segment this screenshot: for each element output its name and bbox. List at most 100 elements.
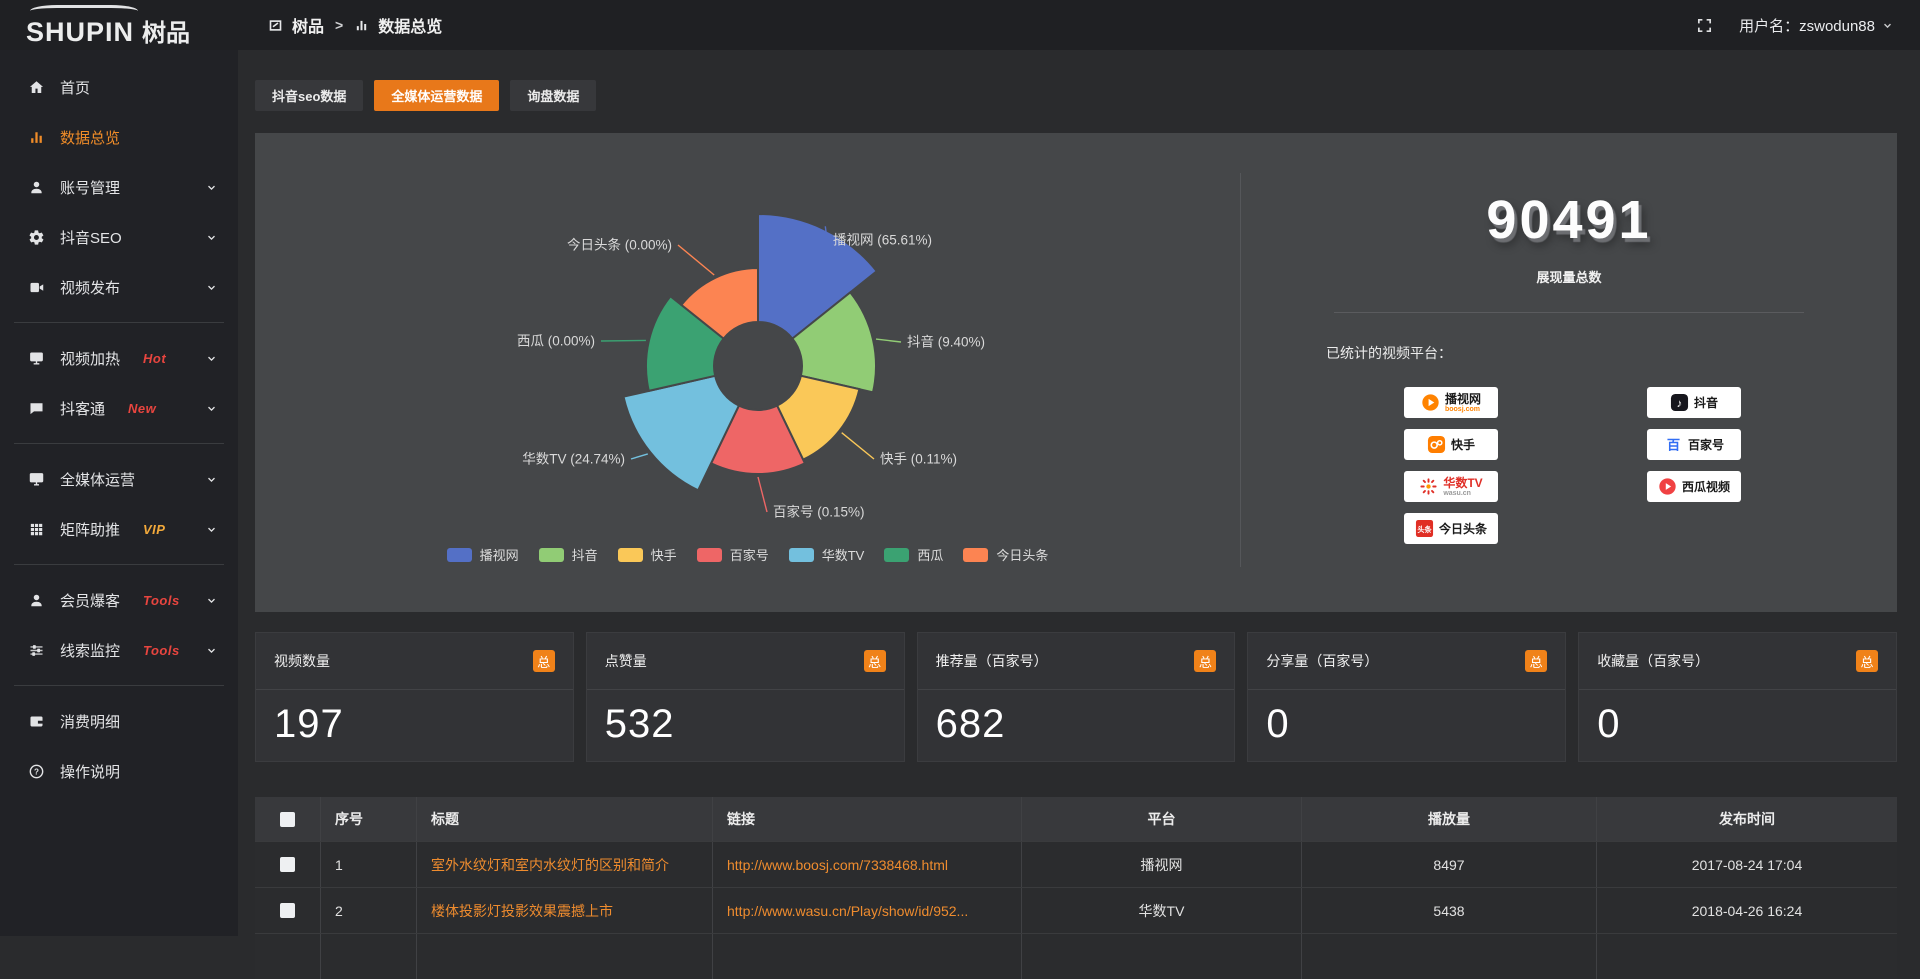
sidebar-item-matrix-boost[interactable]: 矩阵助推VIP bbox=[0, 504, 238, 554]
platform-badge-douyin: ♪抖音 bbox=[1647, 387, 1741, 418]
cell-time: 2017-08-24 17:04 bbox=[1597, 842, 1897, 887]
pie-label-播视网: 播视网 (65.61%) bbox=[833, 233, 932, 248]
sidebar-item-account-manage[interactable]: 账号管理 bbox=[0, 162, 238, 212]
platform-sub: wasu.cn bbox=[1443, 490, 1482, 497]
sidebar-item-consume-detail[interactable]: 消费明细 bbox=[0, 696, 238, 746]
table-header-cell: 发布时间 bbox=[1597, 797, 1897, 841]
video-icon bbox=[27, 279, 45, 296]
cell-seq: 1 bbox=[321, 842, 417, 887]
row-checkbox-cell bbox=[255, 934, 321, 979]
chevron-down-icon bbox=[202, 281, 220, 294]
table-header-cell: 序号 bbox=[321, 797, 417, 841]
table-row bbox=[255, 933, 1897, 979]
svg-text:头条: 头条 bbox=[1417, 525, 1432, 534]
sidebar-item-label: 消费明细 bbox=[60, 711, 120, 732]
pie-label-华数TV: 华数TV (24.74%) bbox=[522, 452, 625, 467]
pie-label-line bbox=[876, 339, 901, 342]
pie-slice-华数TV[interactable] bbox=[624, 376, 739, 491]
stat-cards: 视频数量总197点赞量总532推荐量（百家号）总682分享量（百家号）总0收藏量… bbox=[255, 632, 1897, 762]
bar-chart-icon bbox=[27, 129, 45, 146]
table-header-row: 序号标题链接平台播放量发布时间 bbox=[255, 797, 1897, 841]
sidebar-item-video-publish[interactable]: 视频发布 bbox=[0, 262, 238, 312]
platform-name: 百家号 bbox=[1688, 436, 1724, 453]
platform-badge-kuaishou: 快手 bbox=[1404, 429, 1498, 460]
row-checkbox[interactable] bbox=[280, 857, 295, 872]
main-content: 抖音seo数据全媒体运营数据询盘数据 播视网 (65.61%)抖音 (9.40%… bbox=[238, 50, 1920, 936]
stat-card-value: 0 bbox=[1597, 702, 1896, 747]
tab-douyin-seo-data[interactable]: 抖音seo数据 bbox=[255, 80, 363, 111]
sidebar-item-douyin-seo[interactable]: 抖音SEO bbox=[0, 212, 238, 262]
sidebar-item-tag: Tools bbox=[143, 643, 180, 658]
tab-media-operation-data[interactable]: 全媒体运营数据 bbox=[374, 80, 499, 111]
kuaishou-logo-icon bbox=[1427, 435, 1446, 454]
sidebar-item-data-overview[interactable]: 数据总览 bbox=[0, 112, 238, 162]
platform-badge-wasu: 华数TVwasu.cn bbox=[1404, 471, 1498, 502]
chevron-down-icon bbox=[202, 231, 220, 244]
sidebar-item-operation-help[interactable]: ?操作说明 bbox=[0, 746, 238, 796]
stat-card-header: 视频数量总 bbox=[256, 633, 573, 690]
svg-text:?: ? bbox=[34, 767, 39, 776]
table-header-cell: 标题 bbox=[417, 797, 713, 841]
sidebar-item-video-heat[interactable]: 视频加热Hot bbox=[0, 333, 238, 383]
cell-views: 5438 bbox=[1302, 888, 1597, 933]
cell-title[interactable]: 室外水纹灯和室内水纹灯的区别和简介 bbox=[417, 842, 713, 887]
legend-label: 播视网 bbox=[480, 545, 519, 564]
sidebar-divider bbox=[14, 322, 224, 323]
topbar: SHUPIN 树品 树品 > 数据总览 用户名：zswodun88 bbox=[0, 0, 1920, 50]
user-icon bbox=[27, 179, 45, 196]
sidebar-item-media-operation[interactable]: 全媒体运营 bbox=[0, 454, 238, 504]
breadcrumb-current: 数据总览 bbox=[378, 13, 442, 37]
cell-views: 8497 bbox=[1302, 842, 1597, 887]
legend-item-快手[interactable]: 快手 bbox=[618, 545, 677, 564]
breadcrumb-root[interactable]: 树品 bbox=[292, 13, 324, 37]
legend-item-西瓜[interactable]: 西瓜 bbox=[884, 545, 943, 564]
sidebar-item-member-baoke[interactable]: 会员爆客Tools bbox=[0, 575, 238, 625]
sidebar-item-home[interactable]: 首页 bbox=[0, 62, 238, 112]
username-label: 用户名：zswodun88 bbox=[1739, 15, 1875, 36]
sidebar-item-douketong[interactable]: 抖客通New bbox=[0, 383, 238, 433]
stat-card-value: 682 bbox=[936, 702, 1235, 747]
legend-item-华数TV[interactable]: 华数TV bbox=[789, 545, 865, 564]
logo-brand: SHUPIN bbox=[26, 17, 134, 48]
cell-time bbox=[1597, 934, 1897, 979]
cell-time: 2018-04-26 16:24 bbox=[1597, 888, 1897, 933]
row-checkbox[interactable] bbox=[280, 903, 295, 918]
platform-name: 华数TV bbox=[1443, 477, 1482, 489]
chevron-down-icon bbox=[202, 352, 220, 365]
platform-name: 今日头条 bbox=[1439, 520, 1487, 537]
legend-item-今日头条[interactable]: 今日头条 bbox=[963, 545, 1048, 564]
panel-icon bbox=[268, 18, 283, 33]
chevron-down-icon bbox=[202, 473, 220, 486]
pie-label-line bbox=[758, 477, 767, 512]
tab-inquiry-data[interactable]: 询盘数据 bbox=[510, 80, 596, 111]
cell-link[interactable] bbox=[713, 934, 1022, 979]
sidebar-menu: 首页数据总览账号管理抖音SEO 视频发布视频加热Hot抖客通New 全媒体运营矩阵助… bbox=[0, 50, 238, 936]
cell-link[interactable]: http://www.boosj.com/7338468.html bbox=[713, 842, 1022, 887]
legend-item-百家号[interactable]: 百家号 bbox=[697, 545, 769, 564]
fullscreen-icon[interactable] bbox=[1696, 17, 1713, 34]
stat-card-title: 点赞量 bbox=[605, 651, 647, 671]
pie-chart: 播视网 (65.61%)抖音 (9.40%)快手 (0.11%)百家号 (0.1… bbox=[275, 143, 1235, 573]
cell-link[interactable]: http://www.wasu.cn/Play/show/id/952... bbox=[713, 888, 1022, 933]
stat-card-title: 推荐量（百家号） bbox=[936, 651, 1048, 671]
stat-card-header: 点赞量总 bbox=[587, 633, 904, 690]
table-row: 1室外水纹灯和室内水纹灯的区别和简介http://www.boosj.com/7… bbox=[255, 841, 1897, 887]
platform-name: 西瓜视频 bbox=[1682, 478, 1730, 495]
gear-icon bbox=[27, 229, 45, 246]
sidebar-divider bbox=[14, 685, 224, 686]
user-menu[interactable]: 用户名：zswodun88 bbox=[1739, 15, 1894, 36]
select-all-checkbox[interactable] bbox=[280, 812, 295, 827]
sidebar-item-clue-monitor[interactable]: 线索监控Tools bbox=[0, 625, 238, 675]
sliders-icon bbox=[27, 642, 45, 659]
cell-title[interactable] bbox=[417, 934, 713, 979]
sidebar-item-label: 抖音SEO bbox=[60, 227, 122, 248]
cell-title[interactable]: 楼体投影灯投影效果震撼上市 bbox=[417, 888, 713, 933]
legend-item-抖音[interactable]: 抖音 bbox=[539, 545, 598, 564]
legend-item-播视网[interactable]: 播视网 bbox=[447, 545, 519, 564]
total-badge: 总 bbox=[1856, 650, 1878, 672]
stat-card-favorite-count: 收藏量（百家号）总0 bbox=[1578, 632, 1897, 762]
pie-label-西瓜: 西瓜 (0.00%) bbox=[517, 334, 595, 349]
platforms-grid: 播视网boosj.com快手华数TVwasu.cn头条今日头条♪抖音百百家号西瓜… bbox=[1404, 387, 1897, 544]
bar-chart-icon bbox=[354, 18, 369, 33]
boosj-logo-icon bbox=[1421, 393, 1440, 412]
